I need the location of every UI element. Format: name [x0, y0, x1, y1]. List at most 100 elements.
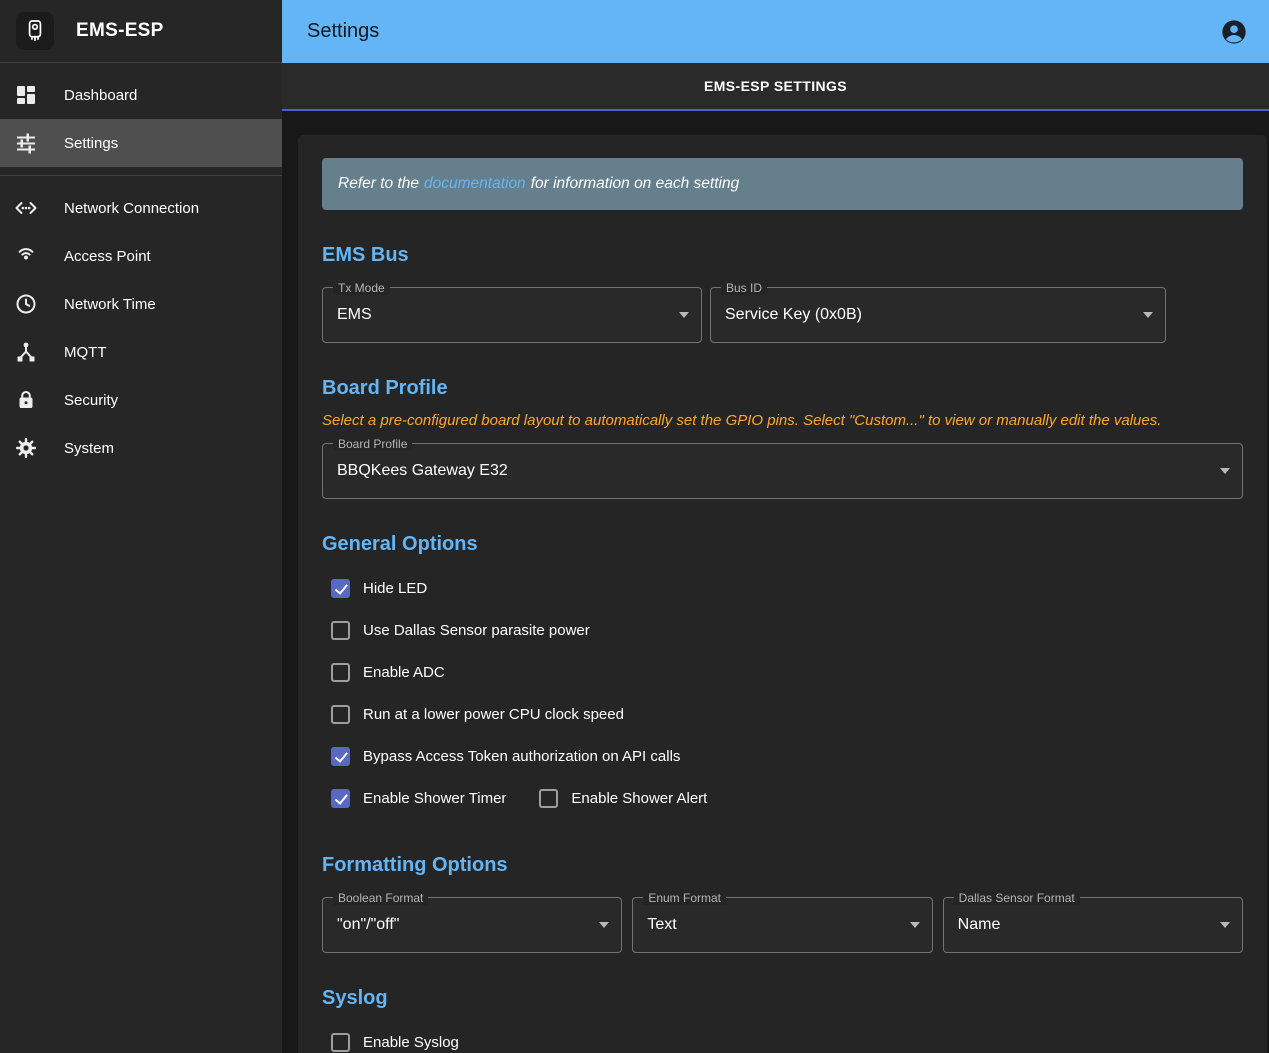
device-hub-icon [14, 340, 38, 364]
top-app-bar: Settings [282, 0, 1269, 63]
wifi-tethering-icon [14, 244, 38, 268]
sidebar-item-label: Settings [64, 135, 118, 152]
tx-mode-select[interactable]: Tx Mode EMS [322, 287, 702, 343]
checkbox-row-hide-led[interactable]: Hide LED [322, 568, 1243, 610]
page-title: Settings [307, 20, 379, 43]
section-title-syslog: Syslog [322, 987, 1243, 1010]
checkbox-label: Enable Syslog [363, 1034, 459, 1051]
boolean-format-select[interactable]: Boolean Format "on"/"off" [322, 897, 622, 953]
bus-id-value: Service Key (0x0B) [725, 306, 862, 324]
boolean-format-value: "on"/"off" [337, 916, 399, 934]
dashboard-icon [14, 83, 38, 107]
sidebar-item-label: System [64, 440, 114, 457]
sidebar-item-label: MQTT [64, 344, 107, 361]
tx-mode-value: EMS [337, 306, 372, 324]
checkbox-icon[interactable] [331, 705, 350, 724]
dallas-sensor-format-select[interactable]: Dallas Sensor Format Name [943, 897, 1243, 953]
section-title-general-options: General Options [322, 533, 1243, 556]
sidebar-item-security[interactable]: Security [0, 376, 282, 424]
checkbox-icon[interactable] [331, 663, 350, 682]
clock-icon [14, 292, 38, 316]
board-profile-value: BBQKees Gateway E32 [337, 462, 508, 480]
board-profile-select[interactable]: Board Profile BBQKees Gateway E32 [322, 443, 1243, 499]
sidebar-item-dashboard[interactable]: Dashboard [0, 71, 282, 119]
dropdown-arrow-icon [599, 922, 609, 928]
sidebar-item-mqtt[interactable]: MQTT [0, 328, 282, 376]
formatting-fields-row: Boolean Format "on"/"off" Enum Format Te… [322, 889, 1243, 953]
tab-ems-esp-settings[interactable]: EMS-ESP SETTINGS [282, 63, 1269, 111]
tx-mode-label: Tx Mode [333, 281, 390, 295]
enum-format-value: Text [647, 916, 676, 934]
checkbox-label: Run at a lower power CPU clock speed [363, 706, 624, 723]
tab-label: EMS-ESP SETTINGS [704, 78, 847, 94]
account-circle-icon[interactable] [1220, 18, 1248, 46]
board-profile-hint: Select a pre-configured board layout to … [322, 412, 1243, 431]
dropdown-arrow-icon [1143, 312, 1153, 318]
dropdown-arrow-icon [679, 312, 689, 318]
alert-text-before: Refer to the [338, 175, 419, 193]
ems-bus-fields-row: Tx Mode EMS Bus ID Service Key (0x0B) [322, 279, 1243, 343]
sidebar-item-settings[interactable]: Settings [0, 119, 282, 167]
bus-id-label: Bus ID [721, 281, 767, 295]
sidebar-item-network-connection[interactable]: Network Connection [0, 184, 282, 232]
checkbox-row-bypass-token[interactable]: Bypass Access Token authorization on API… [322, 736, 1243, 778]
checkbox-row-shower-timer[interactable]: Enable Shower Timer [322, 778, 506, 820]
checkbox-label: Enable Shower Timer [363, 790, 506, 807]
alert-text-after: for information on each setting [531, 175, 740, 193]
ethernet-settings-icon [14, 196, 38, 220]
sidebar: EMS-ESP Dashboard Settings Networ [0, 0, 282, 1053]
checkbox-icon[interactable] [331, 621, 350, 640]
checkbox-label: Enable ADC [363, 664, 445, 681]
settings-panel: Refer to the documentation for informati… [298, 135, 1267, 1053]
shower-options-row: Enable Shower Timer Enable Shower Alert [322, 778, 1243, 820]
section-title-board-profile: Board Profile [322, 377, 1243, 400]
app-title: EMS-ESP [76, 20, 164, 42]
checkbox-row-cpu-clock[interactable]: Run at a lower power CPU clock speed [322, 694, 1243, 736]
sidebar-item-network-time[interactable]: Network Time [0, 280, 282, 328]
checkbox-label: Bypass Access Token authorization on API… [363, 748, 680, 765]
sidebar-item-system[interactable]: System [0, 424, 282, 472]
app-logo-icon [16, 12, 54, 50]
info-alert: Refer to the documentation for informati… [322, 158, 1243, 210]
enum-format-select[interactable]: Enum Format Text [632, 897, 932, 953]
sidebar-header: EMS-ESP [0, 0, 282, 63]
checkbox-row-dallas-parasite[interactable]: Use Dallas Sensor parasite power [322, 610, 1243, 652]
sidebar-divider [0, 175, 282, 176]
checkbox-label: Use Dallas Sensor parasite power [363, 622, 590, 639]
dropdown-arrow-icon [1220, 922, 1230, 928]
dropdown-arrow-icon [1220, 468, 1230, 474]
content-area: Refer to the documentation for informati… [282, 111, 1269, 1053]
dallas-sensor-format-value: Name [958, 916, 1001, 934]
checkbox-icon[interactable] [539, 789, 558, 808]
dallas-sensor-format-label: Dallas Sensor Format [954, 891, 1080, 905]
checkbox-row-enable-syslog[interactable]: Enable Syslog [322, 1022, 1243, 1053]
bus-id-select[interactable]: Bus ID Service Key (0x0B) [710, 287, 1166, 343]
checkbox-icon[interactable] [331, 579, 350, 598]
sidebar-item-label: Network Connection [64, 200, 199, 217]
sidebar-item-label: Dashboard [64, 87, 137, 104]
sidebar-nav: Dashboard Settings Network Connection [0, 63, 282, 472]
checkbox-label: Hide LED [363, 580, 427, 597]
section-title-formatting-options: Formatting Options [322, 854, 1243, 877]
sidebar-item-label: Network Time [64, 296, 156, 313]
enum-format-label: Enum Format [643, 891, 726, 905]
checkbox-row-enable-adc[interactable]: Enable ADC [322, 652, 1243, 694]
checkbox-row-shower-alert[interactable]: Enable Shower Alert [530, 778, 707, 820]
sidebar-item-access-point[interactable]: Access Point [0, 232, 282, 280]
documentation-link[interactable]: documentation [424, 175, 526, 193]
sidebar-item-label: Access Point [64, 248, 151, 265]
boolean-format-label: Boolean Format [333, 891, 428, 905]
gear-icon [14, 436, 38, 460]
sidebar-item-label: Security [64, 392, 118, 409]
main-area: Settings EMS-ESP SETTINGS Refer to the d… [282, 0, 1269, 1053]
section-title-ems-bus: EMS Bus [322, 244, 1243, 267]
dropdown-arrow-icon [910, 922, 920, 928]
checkbox-icon[interactable] [331, 789, 350, 808]
checkbox-icon[interactable] [331, 1033, 350, 1052]
lock-icon [14, 388, 38, 412]
checkbox-icon[interactable] [331, 747, 350, 766]
app-root: EMS-ESP Dashboard Settings Networ [0, 0, 1269, 1053]
checkbox-label: Enable Shower Alert [571, 790, 707, 807]
tune-icon [14, 131, 38, 155]
board-profile-label: Board Profile [333, 437, 412, 451]
